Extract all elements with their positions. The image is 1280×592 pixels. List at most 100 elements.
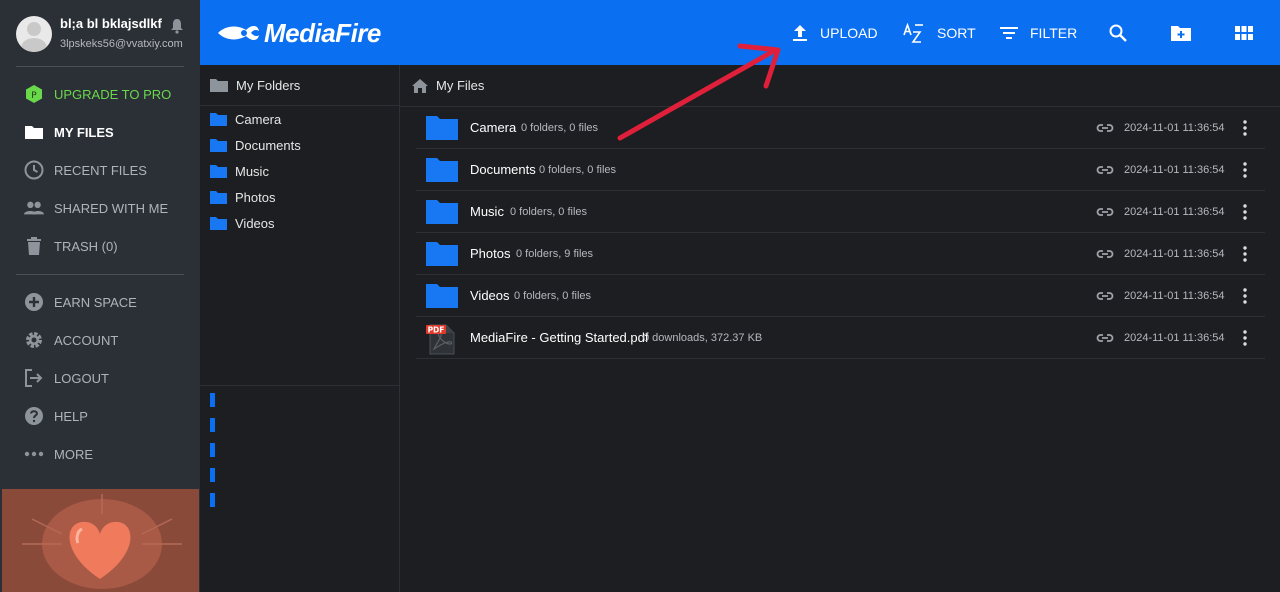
link-icon[interactable] xyxy=(1096,204,1114,220)
folder-icon xyxy=(210,138,227,152)
file-meta: 0 folders, 9 files xyxy=(516,248,594,260)
grid-view-button[interactable] xyxy=(1235,20,1253,46)
pdf-badge-text: PDF xyxy=(428,326,445,335)
file-date: 2024-11-01 11:36:54 xyxy=(1124,290,1225,302)
sidebar-divider xyxy=(16,274,184,275)
file-list-panel: My Files Camera 0 folders, 0 files 2024-… xyxy=(400,65,1280,592)
file-meta: 0 downloads, 372.37 KB xyxy=(643,332,763,344)
breadcrumb-label: My Files xyxy=(436,78,485,93)
kebab-menu-icon[interactable] xyxy=(1240,329,1250,347)
kebab-menu-icon[interactable] xyxy=(1240,161,1250,179)
top-bar: MediaFire UPLOAD SORT FILTER xyxy=(200,0,1280,65)
kebab-menu-icon[interactable] xyxy=(1240,245,1250,263)
link-icon[interactable] xyxy=(1096,246,1114,262)
sidebar-item-account[interactable]: ACCOUNT xyxy=(0,321,200,359)
pro-badge-letter: P xyxy=(31,91,37,101)
tree-item-photos[interactable]: Photos xyxy=(210,187,275,207)
tree-marker xyxy=(210,393,215,407)
sidebar-item-label: LOGOUT xyxy=(54,370,109,386)
sidebar-item-recent-files[interactable]: RECENT FILES xyxy=(0,151,200,189)
file-row[interactable]: Music 0 folders, 0 files 2024-11-01 11:3… xyxy=(416,191,1265,233)
sidebar-item-more[interactable]: MORE xyxy=(0,435,200,473)
sidebar-item-label: UPGRADE TO PRO xyxy=(54,86,172,102)
sidebar-item-shared-with-me[interactable]: SHARED WITH ME xyxy=(0,189,200,227)
file-meta: 0 folders, 0 files xyxy=(514,290,592,302)
file-meta: 0 folders, 0 files xyxy=(521,122,599,134)
upload-label: UPLOAD xyxy=(820,25,878,41)
tree-item-documents[interactable]: Documents xyxy=(210,135,301,155)
sidebar-item-label: TRASH (0) xyxy=(54,238,118,254)
grid-view-icon xyxy=(1235,26,1253,40)
file-name: Music xyxy=(470,204,504,219)
link-icon[interactable] xyxy=(1096,288,1114,304)
upload-button[interactable]: UPLOAD xyxy=(792,20,878,46)
link-icon[interactable] xyxy=(1096,162,1114,178)
tree-item-label: Documents xyxy=(235,137,301,153)
new-folder-button[interactable] xyxy=(1171,20,1191,46)
tree-item-music[interactable]: Music xyxy=(210,161,269,181)
sidebar-item-upgrade-to-pro[interactable]: P UPGRADE TO PRO xyxy=(0,75,200,113)
sidebar-item-help[interactable]: HELP xyxy=(0,397,200,435)
bell-icon[interactable] xyxy=(170,18,184,34)
kebab-menu-icon[interactable] xyxy=(1240,203,1250,221)
file-name: Videos xyxy=(470,288,510,303)
sidebar-item-my-files[interactable]: MY FILES xyxy=(0,113,200,151)
sidebar-item-earn-space[interactable]: EARN SPACE xyxy=(0,283,200,321)
sort-button[interactable]: SORT xyxy=(903,20,976,46)
filter-icon xyxy=(1000,27,1018,39)
upgrade-hex-icon: P xyxy=(24,84,44,104)
upload-icon xyxy=(793,25,807,41)
file-row[interactable]: Photos 0 folders, 9 files 2024-11-01 11:… xyxy=(416,233,1265,275)
user-profile[interactable]: bl;a bl bklajsdlkf 3lpskeks56@vvatxiy.co… xyxy=(0,0,200,66)
link-icon[interactable] xyxy=(1096,330,1114,346)
home-icon xyxy=(412,78,428,93)
kebab-menu-icon[interactable] xyxy=(1240,287,1250,305)
sidebar-item-label: HELP xyxy=(54,408,88,424)
sidebar-item-label: ACCOUNT xyxy=(54,332,119,348)
tree-header-label: My Folders xyxy=(236,77,301,93)
tree-item-label: Camera xyxy=(235,111,282,127)
kebab-menu-icon[interactable] xyxy=(1240,119,1250,137)
file-row[interactable]: Documents 0 folders, 0 files 2024-11-01 … xyxy=(416,149,1265,191)
pdf-file-icon: PDF xyxy=(426,324,455,355)
folder-icon xyxy=(426,158,458,182)
logout-icon xyxy=(24,368,44,388)
link-icon[interactable] xyxy=(1096,120,1114,136)
tree-marker xyxy=(210,418,215,432)
folder-icon xyxy=(210,216,227,230)
search-button[interactable] xyxy=(1109,20,1127,46)
folder-icon xyxy=(426,242,458,266)
file-row[interactable]: Camera 0 folders, 0 files 2024-11-01 11:… xyxy=(416,107,1265,149)
promo-banner[interactable] xyxy=(2,489,199,592)
heart-icon xyxy=(22,494,182,579)
sidebar-item-trash[interactable]: TRASH (0) xyxy=(0,227,200,265)
tree-item-label: Music xyxy=(235,163,269,179)
new-folder-icon xyxy=(1171,26,1191,41)
file-row[interactable]: Videos 0 folders, 0 files 2024-11-01 11:… xyxy=(416,275,1265,317)
user-name: bl;a bl bklajsdlkf xyxy=(60,16,162,31)
file-date: 2024-11-01 11:36:54 xyxy=(1124,122,1225,134)
mediafire-logo[interactable]: MediaFire xyxy=(216,17,381,49)
file-date: 2024-11-01 11:36:54 xyxy=(1124,206,1225,218)
mediafire-flame-icon xyxy=(218,25,259,41)
tree-divider xyxy=(200,385,399,386)
tree-item-camera[interactable]: Camera xyxy=(210,109,281,129)
people-icon xyxy=(24,198,44,218)
folder-icon xyxy=(426,284,458,308)
file-meta: 0 folders, 0 files xyxy=(510,206,588,218)
avatar[interactable] xyxy=(16,16,52,52)
file-date: 2024-11-01 11:36:54 xyxy=(1124,164,1225,176)
breadcrumb[interactable]: My Files xyxy=(400,65,1280,107)
file-row[interactable]: PDF MediaFire - Getting Started.pdf 0 do… xyxy=(416,317,1265,359)
sidebar-item-label: SHARED WITH ME xyxy=(54,200,169,216)
file-name: Camera xyxy=(470,120,517,135)
sidebar-divider xyxy=(16,66,184,67)
filter-button[interactable]: FILTER xyxy=(1000,20,1077,46)
folder-icon xyxy=(24,122,44,142)
sidebar-item-label: MY FILES xyxy=(54,124,114,140)
tree-item-videos[interactable]: Videos xyxy=(210,213,275,233)
tree-header[interactable]: My Folders xyxy=(200,65,399,106)
sidebar-item-logout[interactable]: LOGOUT xyxy=(0,359,200,397)
logo-wordmark: MediaFire xyxy=(264,17,381,48)
tree-marker xyxy=(210,493,215,507)
